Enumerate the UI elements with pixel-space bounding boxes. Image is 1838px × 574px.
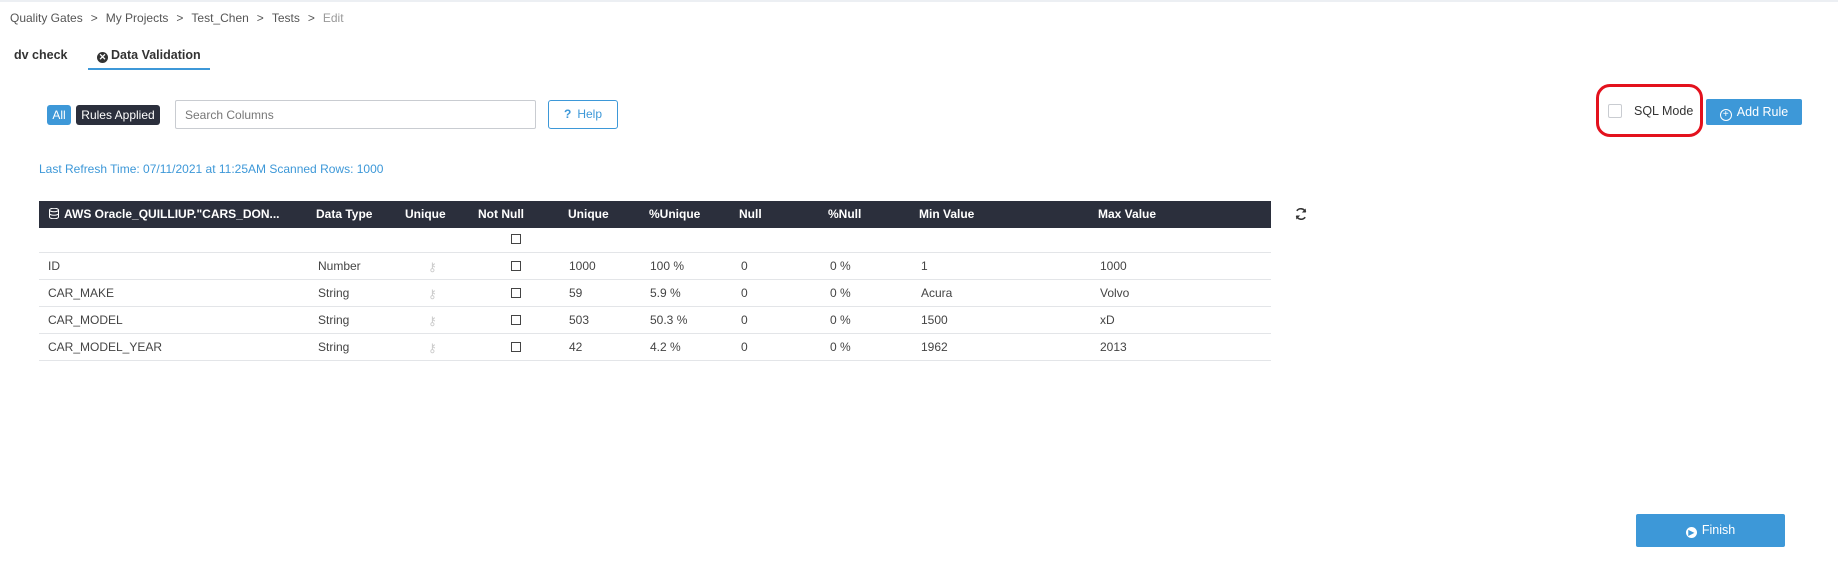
- table-row[interactable]: CAR_MODEL String ⚷ 503 50.3 % 0 0 % 1500…: [39, 307, 1271, 334]
- breadcrumb-tests[interactable]: Tests: [272, 11, 300, 25]
- columns-table: AWS Oracle_QUILLIUP."CARS_DON... Data Ty…: [39, 201, 1271, 361]
- finish-label: Finish: [1701, 523, 1736, 537]
- cell-null-count: 0: [741, 340, 748, 354]
- question-icon: ?: [563, 107, 572, 121]
- key-icon[interactable]: ⚷: [428, 341, 437, 355]
- filter-rules-applied-button[interactable]: Rules Applied: [76, 105, 160, 125]
- help-button[interactable]: ? Help: [548, 100, 618, 129]
- cell-pct-null: 0 %: [830, 286, 851, 300]
- table-row[interactable]: CAR_MAKE String ⚷ 59 5.9 % 0 0 % Acura V…: [39, 280, 1271, 307]
- refresh-info: Last Refresh Time: 07/11/2021 at 11:25AM…: [39, 162, 384, 176]
- cell-min-value: Acura: [921, 286, 953, 300]
- header-max-value[interactable]: Max Value: [1098, 201, 1156, 228]
- not-null-checkbox[interactable]: [511, 342, 521, 352]
- cell-data-type: String: [318, 340, 350, 354]
- breadcrumb-my-projects[interactable]: My Projects: [106, 11, 169, 25]
- breadcrumb-project[interactable]: Test_Chen: [191, 11, 248, 25]
- not-null-checkbox[interactable]: [511, 315, 521, 325]
- header-unique-key[interactable]: Unique: [405, 201, 446, 228]
- refresh-icon[interactable]: [1294, 207, 1308, 221]
- breadcrumb-edit: Edit: [322, 11, 344, 25]
- finish-button[interactable]: ▶ Finish: [1636, 514, 1785, 547]
- cell-column-name: CAR_MODEL_YEAR: [48, 340, 163, 354]
- add-rule-label: Add Rule: [1736, 105, 1789, 119]
- close-circle-icon[interactable]: ✕: [97, 52, 108, 63]
- table-header: AWS Oracle_QUILLIUP."CARS_DON... Data Ty…: [39, 201, 1271, 228]
- database-icon: [49, 208, 59, 219]
- cell-null-count: 0: [741, 259, 748, 273]
- cell-column-name: CAR_MAKE: [48, 286, 115, 300]
- arrow-circle-right-icon: ▶: [1685, 527, 1697, 538]
- cell-column-name: ID: [48, 259, 60, 273]
- cell-pct-unique: 100 %: [650, 259, 685, 273]
- key-icon[interactable]: ⚷: [428, 260, 437, 274]
- cell-min-value: 1: [921, 259, 928, 273]
- plus-circle-icon: +: [1719, 109, 1732, 121]
- cell-pct-unique: 4.2 %: [650, 340, 681, 354]
- header-data-type[interactable]: Data Type: [316, 201, 372, 228]
- cell-max-value: 1000: [1100, 259, 1127, 273]
- cell-data-type: String: [318, 286, 350, 300]
- table-row[interactable]: ID Number ⚷ 1000 100 % 0 0 % 1 1000: [39, 253, 1271, 280]
- breadcrumb-quality-gates[interactable]: Quality Gates: [10, 11, 83, 25]
- cell-null-count: 0: [741, 313, 748, 327]
- cell-data-type: Number: [318, 259, 361, 273]
- cell-min-value: 1962: [921, 340, 948, 354]
- cell-pct-null: 0 %: [830, 340, 851, 354]
- table-filter-row: [39, 228, 1271, 253]
- header-null[interactable]: Null: [739, 201, 762, 228]
- cell-unique-count: 59: [569, 286, 583, 300]
- breadcrumb-separator: >: [256, 11, 264, 25]
- cell-unique-count: 1000: [569, 259, 596, 273]
- not-null-checkbox[interactable]: [511, 261, 521, 271]
- cell-pct-unique: 5.9 %: [650, 286, 681, 300]
- cell-pct-null: 0 %: [830, 259, 851, 273]
- header-min-value[interactable]: Min Value: [919, 201, 974, 228]
- sql-mode-label[interactable]: SQL Mode: [1634, 104, 1693, 118]
- help-label: Help: [577, 107, 603, 121]
- breadcrumb-separator: >: [90, 11, 98, 25]
- header-pct-unique[interactable]: %Unique: [649, 201, 700, 228]
- filter-all-button[interactable]: All: [47, 105, 71, 125]
- add-rule-button[interactable]: + Add Rule: [1706, 99, 1802, 125]
- header-unique-count[interactable]: Unique: [568, 201, 609, 228]
- breadcrumb-separator: >: [307, 11, 315, 25]
- breadcrumb: Quality Gates > My Projects > Test_Chen …: [10, 11, 344, 25]
- breadcrumb-separator: >: [176, 11, 184, 25]
- cell-min-value: 1500: [921, 313, 948, 327]
- cell-column-name: CAR_MODEL: [48, 313, 123, 327]
- header-source-label: AWS Oracle_QUILLIUP."CARS_DON...: [64, 207, 280, 221]
- tab-dv-check[interactable]: dv check: [14, 40, 68, 70]
- cell-max-value: 2013: [1100, 340, 1127, 354]
- table-row[interactable]: CAR_MODEL_YEAR String ⚷ 42 4.2 % 0 0 % 1…: [39, 334, 1271, 361]
- header-not-null[interactable]: Not Null: [478, 201, 524, 228]
- cell-data-type: String: [318, 313, 350, 327]
- cell-pct-null: 0 %: [830, 313, 851, 327]
- cell-max-value: xD: [1100, 313, 1115, 327]
- not-null-select-all-checkbox[interactable]: [511, 234, 521, 244]
- tab-bar: dv check ✕ Data Validation: [0, 40, 1838, 70]
- key-icon[interactable]: ⚷: [428, 314, 437, 328]
- cell-unique-count: 503: [569, 313, 590, 327]
- cell-max-value: Volvo: [1100, 286, 1130, 300]
- tab-label: Data Validation: [111, 48, 201, 62]
- sql-mode-checkbox[interactable]: [1608, 104, 1622, 118]
- search-columns-input[interactable]: [175, 100, 536, 129]
- tab-data-validation[interactable]: ✕ Data Validation: [88, 40, 210, 70]
- tab-label: dv check: [14, 48, 68, 62]
- top-divider: [0, 0, 1838, 2]
- cell-pct-unique: 50.3 %: [650, 313, 688, 327]
- cell-null-count: 0: [741, 286, 748, 300]
- key-icon[interactable]: ⚷: [428, 287, 437, 301]
- header-source-column[interactable]: AWS Oracle_QUILLIUP."CARS_DON...: [49, 201, 280, 228]
- cell-unique-count: 42: [569, 340, 583, 354]
- header-pct-null[interactable]: %Null: [828, 201, 861, 228]
- not-null-checkbox[interactable]: [511, 288, 521, 298]
